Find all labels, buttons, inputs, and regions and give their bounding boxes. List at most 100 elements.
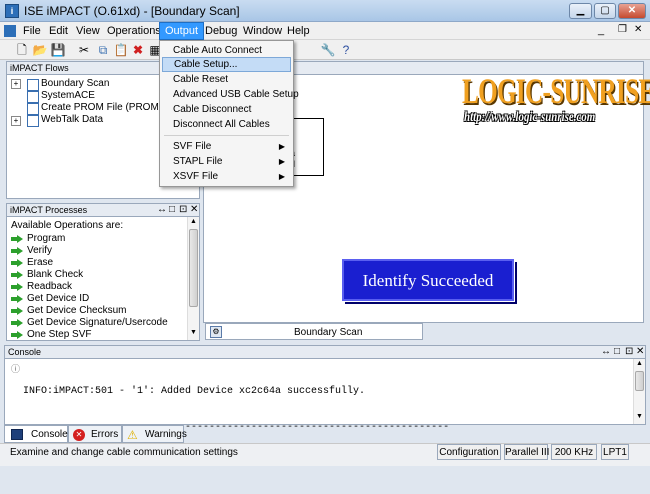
menu-file[interactable]: File xyxy=(18,22,46,40)
restore-icon[interactable]: □ xyxy=(614,346,620,358)
mdi-minimize-icon[interactable]: _ xyxy=(598,24,604,36)
process-get-device-id[interactable]: Get Device ID xyxy=(27,293,89,305)
new-file-icon[interactable]: 🗋 xyxy=(14,42,30,58)
tab-errors[interactable]: ✕ Errors xyxy=(68,425,122,443)
minimize-button[interactable]: ▁ xyxy=(569,3,592,19)
logo-url: http://www.logic-sunrise.com xyxy=(464,110,596,125)
expand-icon[interactable]: + xyxy=(11,116,21,126)
wrench-icon[interactable]: 🔧 xyxy=(320,42,336,58)
processes-panel-header: iMPACT Processes ↔ □ ⊡ ✕ xyxy=(6,203,200,217)
float-icon[interactable]: ↔ xyxy=(157,204,167,216)
expand-icon[interactable]: + xyxy=(11,79,21,89)
tab-label: Boundary Scan xyxy=(294,327,363,338)
menu-svf-file[interactable]: SVF File ▶ xyxy=(162,139,291,154)
flow-webtalk-data[interactable]: WebTalk Data xyxy=(41,114,103,126)
console-scrollbar[interactable]: ▲ ▼ xyxy=(633,359,645,424)
window-icon[interactable]: ⊡ xyxy=(625,346,633,358)
cut-icon[interactable]: ✂ xyxy=(76,42,92,58)
menu-advanced-usb-cable-setup[interactable]: Advanced USB Cable Setup xyxy=(162,87,299,102)
menu-debug[interactable]: Debug xyxy=(200,22,242,40)
logo-main: LOGIC-SUNRISE xyxy=(462,71,650,111)
mdi-icon[interactable] xyxy=(4,25,16,37)
menu-window[interactable]: Window xyxy=(238,22,287,40)
status-message: Examine and change cable communication s… xyxy=(10,447,238,458)
scroll-thumb[interactable] xyxy=(189,229,198,307)
title-bar: i ISE iMPACT (O.61xd) - [Boundary Scan] … xyxy=(0,0,650,22)
scroll-up-icon[interactable]: ▲ xyxy=(636,360,643,367)
menu-cable-disconnect[interactable]: Cable Disconnect xyxy=(162,102,291,117)
scroll-down-icon[interactable]: ▼ xyxy=(190,329,197,336)
close-icon[interactable]: ✕ xyxy=(636,346,644,358)
info-icon: ⓘ xyxy=(11,364,21,374)
processes-heading: Available Operations are: xyxy=(11,220,124,231)
mdi-close-icon[interactable]: ✕ xyxy=(634,24,642,35)
processes-scrollbar[interactable]: ▲ ▼ xyxy=(187,217,199,340)
run-arrow-icon xyxy=(11,259,23,267)
tab-console[interactable]: Console xyxy=(4,425,68,443)
tab-warnings[interactable]: ⚠ Warnings xyxy=(122,425,187,443)
run-arrow-icon xyxy=(11,295,23,303)
menu-cable-auto-connect[interactable]: Cable Auto Connect xyxy=(162,43,291,58)
process-erase[interactable]: Erase xyxy=(27,257,53,269)
run-arrow-icon xyxy=(11,331,23,339)
systemace-icon xyxy=(27,91,39,103)
console-header: Console ↔ □ ⊡ ✕ xyxy=(4,345,646,359)
scroll-down-icon[interactable]: ▼ xyxy=(636,413,643,420)
menu-label: SVF File xyxy=(173,141,212,152)
copy-icon[interactable]: ⧉ xyxy=(95,42,111,58)
process-readback[interactable]: Readback xyxy=(27,281,72,293)
menu-stapl-file[interactable]: STAPL File ▶ xyxy=(162,154,291,169)
menu-label: XSVF File xyxy=(173,171,219,182)
window-icon[interactable]: ⊡ xyxy=(179,204,187,216)
processes-panel-title: iMPACT Processes xyxy=(10,205,88,215)
error-icon: ✕ xyxy=(73,429,85,441)
scroll-up-icon[interactable]: ▲ xyxy=(190,218,197,225)
tab-label: Errors xyxy=(91,429,119,440)
mdi-restore-icon[interactable]: ❐ xyxy=(618,24,627,35)
menu-edit[interactable]: Edit xyxy=(44,22,73,40)
webtalk-icon xyxy=(27,115,39,127)
menu-help[interactable]: Help xyxy=(282,22,315,40)
menu-disconnect-all-cables[interactable]: Disconnect All Cables xyxy=(162,117,291,132)
menu-xsvf-file[interactable]: XSVF File ▶ xyxy=(162,169,291,184)
close-button[interactable]: ✕ xyxy=(618,3,646,19)
process-program[interactable]: Program xyxy=(27,233,65,245)
menu-cable-reset[interactable]: Cable Reset xyxy=(162,72,291,87)
save-icon[interactable]: 💾 xyxy=(50,42,66,58)
toolbar: 🗋 📂 💾 ✂ ⧉ 📋 ✖ ▦ 🔧 ? xyxy=(0,40,650,60)
console-title: Console xyxy=(8,347,42,357)
console-panel: ⓘ INFO:iMPACT:501 - '1': Added Device xc… xyxy=(4,359,646,469)
process-verify[interactable]: Verify xyxy=(27,245,52,257)
menu-operations[interactable]: Operations xyxy=(102,22,166,40)
app-icon[interactable]: i xyxy=(5,4,19,18)
delete-icon[interactable]: ✖ xyxy=(130,42,146,58)
process-get-device-signature[interactable]: Get Device Signature/Usercode xyxy=(27,317,168,329)
status-cable-type: Parallel III xyxy=(504,444,549,460)
float-icon[interactable]: ↔ xyxy=(601,346,611,358)
scroll-thumb[interactable] xyxy=(635,371,644,391)
process-get-device-checksum[interactable]: Get Device Checksum xyxy=(27,305,126,317)
flow-systemace[interactable]: SystemACE xyxy=(41,90,95,102)
tab-boundary-scan[interactable]: ⚙ Boundary Scan xyxy=(205,323,423,340)
flow-create-prom[interactable]: Create PROM File (PROM File xyxy=(41,102,178,114)
output-dropdown-menu: Cable Auto Connect Cable Setup... Cable … xyxy=(159,40,299,187)
prom-file-icon xyxy=(27,103,39,115)
processes-panel: Available Operations are: Program Verify… xyxy=(6,217,200,341)
process-blank-check[interactable]: Blank Check xyxy=(27,269,83,281)
process-one-step-svf[interactable]: One Step SVF xyxy=(27,329,91,340)
menu-output[interactable]: Output xyxy=(159,22,205,40)
menu-cable-setup[interactable]: Cable Setup... xyxy=(162,57,291,72)
tab-label: Warnings xyxy=(145,429,187,440)
help-cursor-icon[interactable]: ? xyxy=(338,42,354,58)
menu-bar: File Edit View Operations Output Debug W… xyxy=(0,22,650,40)
menu-separator xyxy=(164,135,289,136)
menu-label: STAPL File xyxy=(173,156,223,167)
paste-icon[interactable]: 📋 xyxy=(113,42,129,58)
menu-view[interactable]: View xyxy=(71,22,105,40)
open-folder-icon[interactable]: 📂 xyxy=(32,42,48,58)
maximize-button[interactable]: ▢ xyxy=(594,3,616,19)
flow-boundary-scan[interactable]: Boundary Scan xyxy=(41,78,109,90)
run-arrow-icon xyxy=(11,235,23,243)
restore-icon[interactable]: □ xyxy=(169,204,175,216)
close-icon[interactable]: ✕ xyxy=(190,204,198,216)
